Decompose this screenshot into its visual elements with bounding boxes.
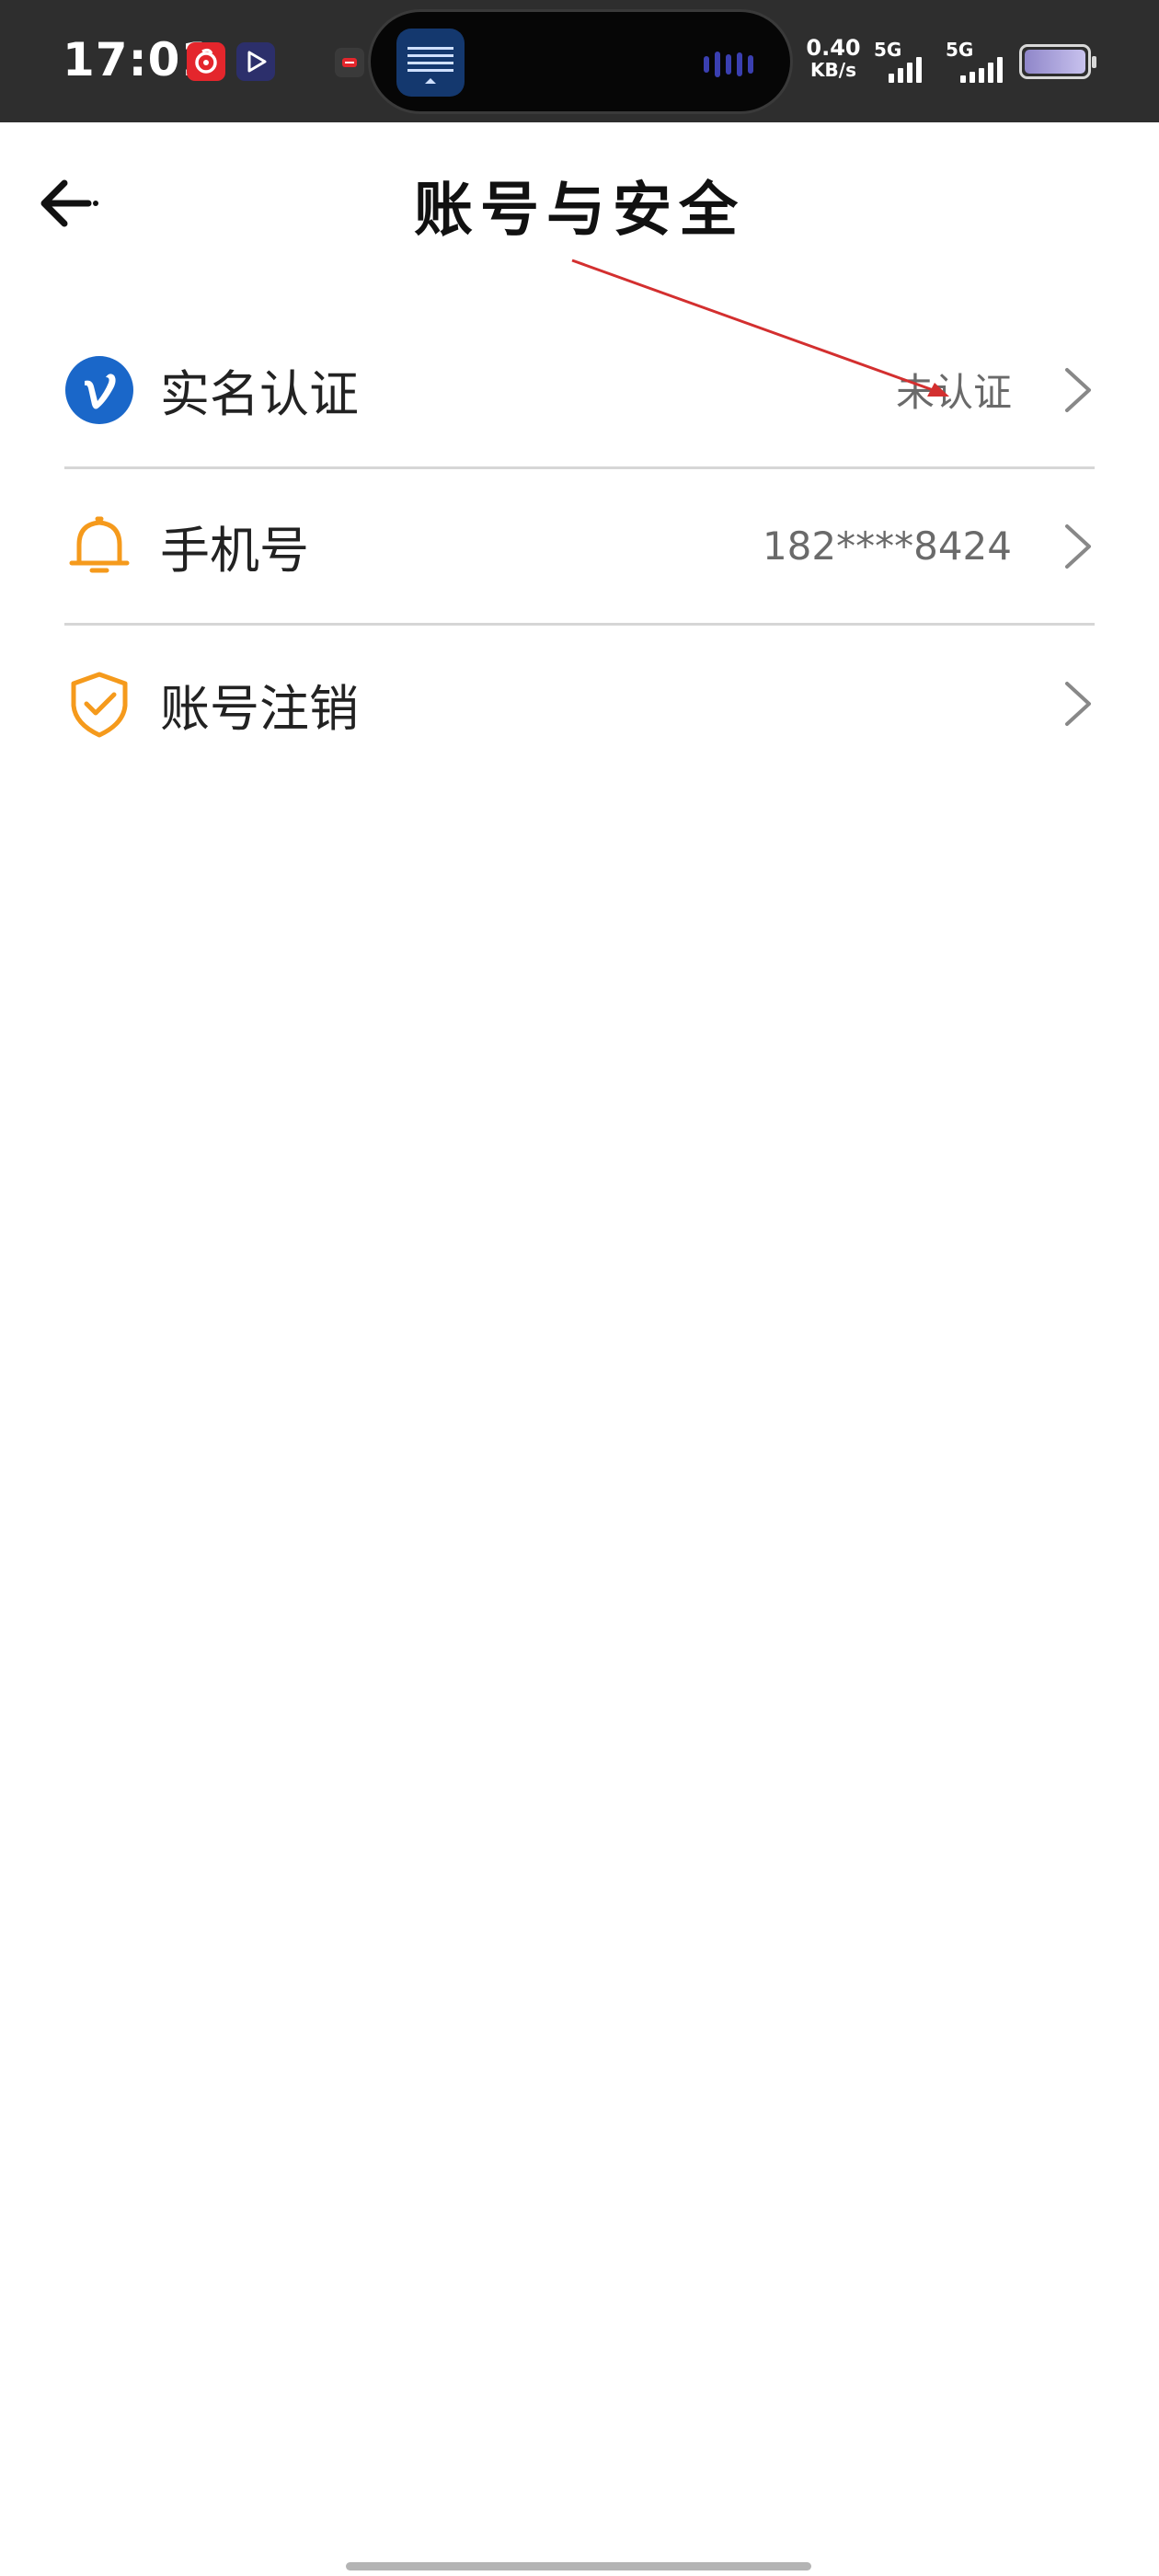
settings-list: 实名认证 未认证 手机号 182****8424 账号注销 <box>0 313 1159 782</box>
audio-wave-icon <box>704 49 753 80</box>
battery-icon <box>1019 44 1096 79</box>
phone-number-value: 182****8424 <box>762 523 1012 569</box>
net-speed-value: 0.40 <box>806 35 861 61</box>
verified-v-icon <box>64 355 134 425</box>
list-item-account-cancellation[interactable]: 账号注销 <box>64 626 1095 782</box>
row-label: 账号注销 <box>160 679 359 738</box>
notification-icon <box>335 48 364 77</box>
header: 账号与安全 <box>0 122 1159 283</box>
keyboard-app-icon[interactable] <box>396 29 465 97</box>
net-speed-unit: KB/s <box>810 59 856 81</box>
list-item-phone-number[interactable]: 手机号 182****8424 <box>64 469 1095 626</box>
chevron-right-icon <box>1065 367 1091 412</box>
row-label: 手机号 <box>160 522 309 580</box>
netease-music-icon <box>187 42 225 81</box>
net-speed: 0.40 KB/s <box>806 37 861 81</box>
list-item-real-name-verification[interactable]: 实名认证 未认证 <box>64 313 1095 469</box>
home-indicator[interactable] <box>346 2562 811 2570</box>
page-title: 账号与安全 <box>414 177 745 245</box>
verification-status: 未认证 <box>895 370 1012 415</box>
row-label: 实名认证 <box>160 365 359 423</box>
chevron-right-icon <box>1065 682 1091 726</box>
shield-check-icon <box>64 669 134 739</box>
video-app-icon <box>236 42 275 81</box>
dynamic-island[interactable] <box>368 9 793 114</box>
chevron-right-icon <box>1065 523 1091 569</box>
bell-icon <box>64 512 134 581</box>
status-bar: 17:01 0.40 KB/s 5G 5G <box>0 0 1159 122</box>
